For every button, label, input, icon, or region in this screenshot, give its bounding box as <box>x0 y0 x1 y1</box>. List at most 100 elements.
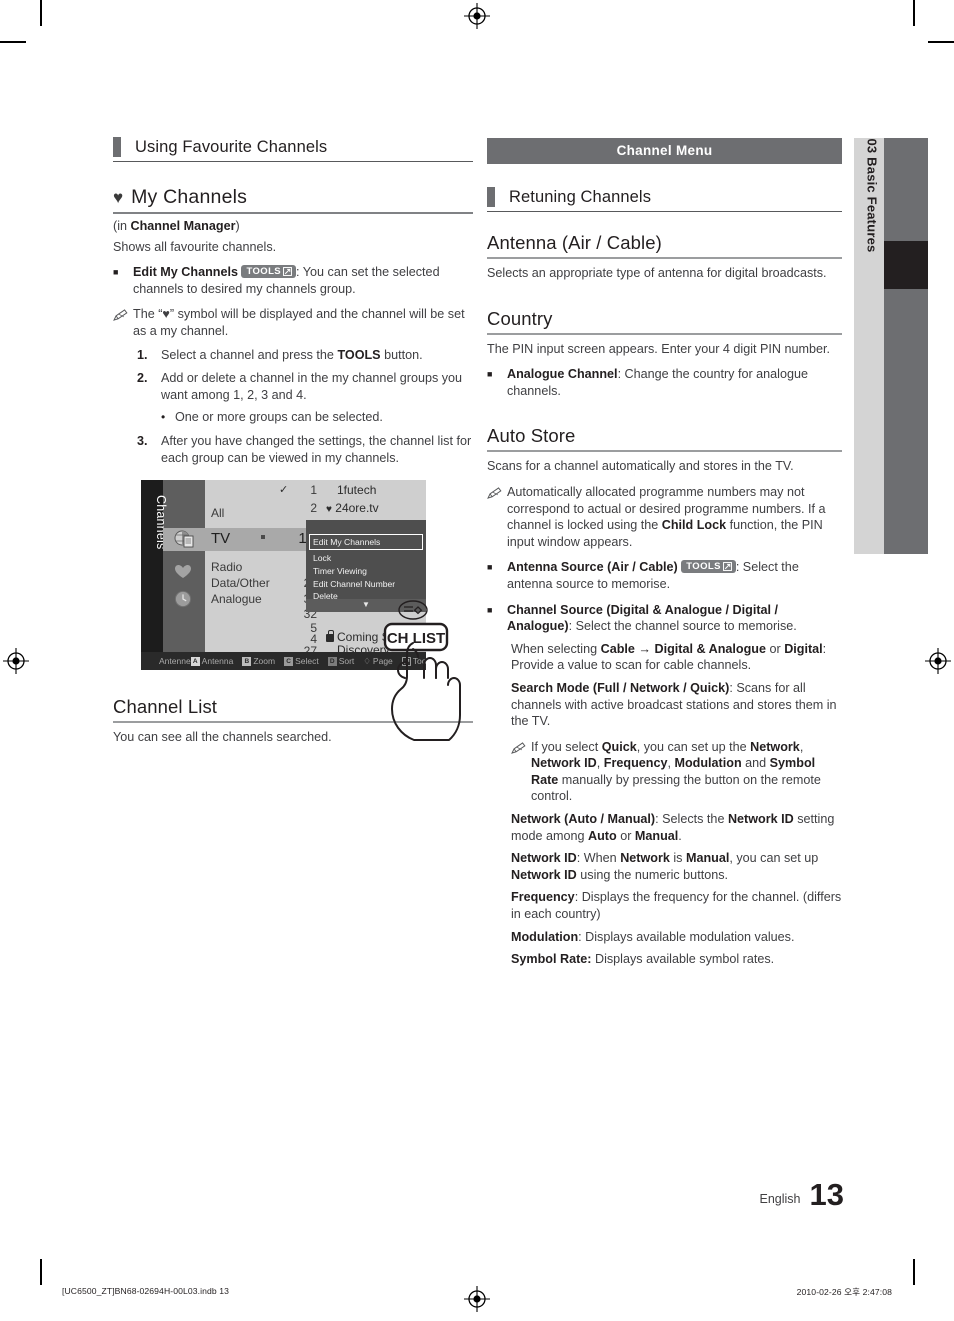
tools-badge-label: TOOLS <box>246 266 282 278</box>
square-bullet-icon: ■ <box>487 369 493 380</box>
osd-bottom-key-c[interactable]: C Select <box>284 656 319 666</box>
hand-illustration <box>391 642 461 741</box>
crop-mark-bottom-left-v <box>40 1259 42 1285</box>
osd-row-check-icon: ✓ <box>279 484 289 497</box>
quick-post: manually by pressing the button on the r… <box>531 772 821 804</box>
osd-menu-item-lock[interactable]: Lock <box>313 553 331 563</box>
osd-channel-name-24ore: 24ore.tv <box>335 501 379 516</box>
crop-mark-top-right-v <box>913 0 915 26</box>
heart-icon: ♥ <box>113 188 124 207</box>
osd-favourite-heart-icon: ♥ <box>326 504 332 516</box>
osd-recently-viewed-icon[interactable] <box>174 590 195 608</box>
osd-key-c-icon: C <box>284 656 294 666</box>
osd-tv-icon[interactable] <box>174 530 195 548</box>
manual-term: Manual <box>634 828 679 843</box>
crop-mark-top-left-h <box>0 41 26 43</box>
frequency-term: Frequency <box>603 756 668 771</box>
osd-menu-item-edit-my-channels[interactable]: Edit My Channels <box>313 537 380 547</box>
netid-m2: is <box>669 851 686 866</box>
step-2-text: Add or delete a channel in the my channe… <box>161 371 463 402</box>
square-bullet-icon: ■ <box>487 604 493 615</box>
step-2-subbullet-text: One or more groups can be selected. <box>175 410 383 425</box>
osd-tools-menu: Edit My Channels Lock Timer Viewing Edit… <box>306 520 426 613</box>
pencil-note-icon <box>113 306 133 339</box>
pencil-note-icon <box>487 484 507 550</box>
square-bullet-icon: ■ <box>487 562 493 573</box>
modulation-term: Modulation <box>674 756 742 771</box>
auto-term: Auto <box>588 828 617 843</box>
network-mid3: or <box>616 828 635 843</box>
cable-or: or <box>765 641 785 656</box>
auto-store-desc: Scans for a channel automatically and st… <box>487 459 794 474</box>
bullet-analogue-channel-text: Analogue Channel: Change the country for… <box>507 366 842 399</box>
symbol-rate-term: Symbol Rate: <box>511 952 592 967</box>
analogue-channel-term: Analogue Channel <box>507 367 618 382</box>
bullet-edit-my-channels: ■ Edit My Channels TOOLS: You can set th… <box>113 264 473 297</box>
network-id-term-2: Network ID <box>511 867 577 882</box>
bullet-edit-my-channels-text: Edit My Channels TOOLS: You can set the … <box>133 264 473 297</box>
heading-country: Country <box>487 308 842 335</box>
modulation-term: Modulation <box>511 929 579 944</box>
osd-bottom-key-d-label: Sort <box>338 656 355 667</box>
osd-category-tv[interactable]: TV <box>211 530 230 547</box>
osd-menu-item-timer-viewing[interactable]: Timer Viewing <box>313 566 367 576</box>
quick-pre: If you select <box>531 739 602 754</box>
osd-bottom-key-c-label: Select <box>295 656 319 667</box>
osd-channel-row-24ore[interactable]: ♥ 24ore.tv <box>326 501 379 515</box>
bullet-antenna-source: ■ Antenna Source (Air / Cable) TOOLS: Se… <box>487 559 842 592</box>
right-column: Channel Menu Retuning Channels Antenna (… <box>487 138 842 968</box>
chapter-tab-active-marker <box>884 241 928 289</box>
osd-category-all[interactable]: All <box>211 506 224 520</box>
osd-bottom-key-d[interactable]: D Sort <box>327 656 355 667</box>
osd-bottom-key-b[interactable]: B Zoom <box>242 656 275 666</box>
network-id-term: Network ID <box>511 851 577 866</box>
heading-auto-store: Auto Store <box>487 425 842 453</box>
netid-m1: : When <box>576 851 621 866</box>
registration-mark-left <box>3 648 29 674</box>
osd-favourites-heart-icon[interactable] <box>174 564 195 582</box>
search-mode-term: Search Mode (Full / Network / Quick) <box>511 680 730 695</box>
step-1-pre: Select a channel and press the <box>161 347 338 362</box>
antenna-source-term: Antenna Source (Air / Cable) <box>507 560 678 575</box>
osd-lock-icon <box>326 630 334 643</box>
paren-close: ) <box>235 219 240 233</box>
network-auto-manual-term: Network (Auto / Manual) <box>511 812 656 827</box>
osd-category-radio[interactable]: Radio <box>211 560 242 574</box>
step-3-number: 3. <box>137 433 148 448</box>
search-mode-paragraph: Search Mode (Full / Network / Quick): Sc… <box>511 680 842 730</box>
crop-mark-top-right-h <box>928 41 954 43</box>
network-id-term: Network ID <box>727 812 794 827</box>
bullet-channel-source-text: Channel Source (Digital & Analogue / Dig… <box>507 602 842 635</box>
step-1-bold: TOOLS <box>337 347 381 362</box>
step-2-number: 2. <box>137 371 148 386</box>
note-heart-symbol: The “♥” symbol will be displayed and the… <box>113 306 473 339</box>
paren-open: (in <box>113 219 131 233</box>
netid-m4: using the numeric buttons. <box>576 867 728 882</box>
square-bullet-icon: ■ <box>113 267 119 278</box>
cable-selection-paragraph: When selecting Cable → Digital & Analogu… <box>511 641 842 674</box>
digital-term: Digital <box>784 641 823 656</box>
osd-bottom-key-a-label: Antenna <box>201 656 234 667</box>
step-2: 2. Add or delete a channel in the my cha… <box>137 370 473 403</box>
chapter-tab-gray-band <box>884 138 928 554</box>
network-paragraph: Network (Auto / Manual): Selects the Net… <box>511 811 842 844</box>
bullet-channel-source: ■ Channel Source (Digital & Analogue / D… <box>487 602 842 635</box>
osd-bottom-key-a[interactable]: A Antenna <box>190 656 234 667</box>
osd-menu-item-edit-channel-number[interactable]: Edit Channel Number <box>313 579 395 589</box>
frequency-paragraph: Frequency: Displays the frequency for th… <box>511 889 842 922</box>
frequency-rest: : Displays the frequency for the channel… <box>574 890 800 905</box>
tools-badge: TOOLS <box>681 560 736 574</box>
osd-number-1: 1 <box>310 483 317 498</box>
osd-category-data-other[interactable]: Data/Other <box>211 576 270 590</box>
osd-number-2: 2 <box>310 501 317 516</box>
digital-analogue-term: Digital & Analogue <box>654 641 766 656</box>
osd-category-analogue[interactable]: Analogue <box>211 592 262 606</box>
registration-mark-bottom <box>464 1286 490 1312</box>
bullet-analogue-channel: ■ Analogue Channel: Change the country f… <box>487 366 842 399</box>
heading-my-channels-label: My Channels <box>131 186 248 208</box>
netid-m3: , you can set up <box>729 851 819 866</box>
osd-channel-name-1futech[interactable]: 1futech <box>337 483 376 497</box>
registration-mark-right <box>925 648 951 674</box>
arrow-glyph: → <box>634 641 655 656</box>
modulation-paragraph: Modulation: Displays available modulatio… <box>511 929 842 946</box>
